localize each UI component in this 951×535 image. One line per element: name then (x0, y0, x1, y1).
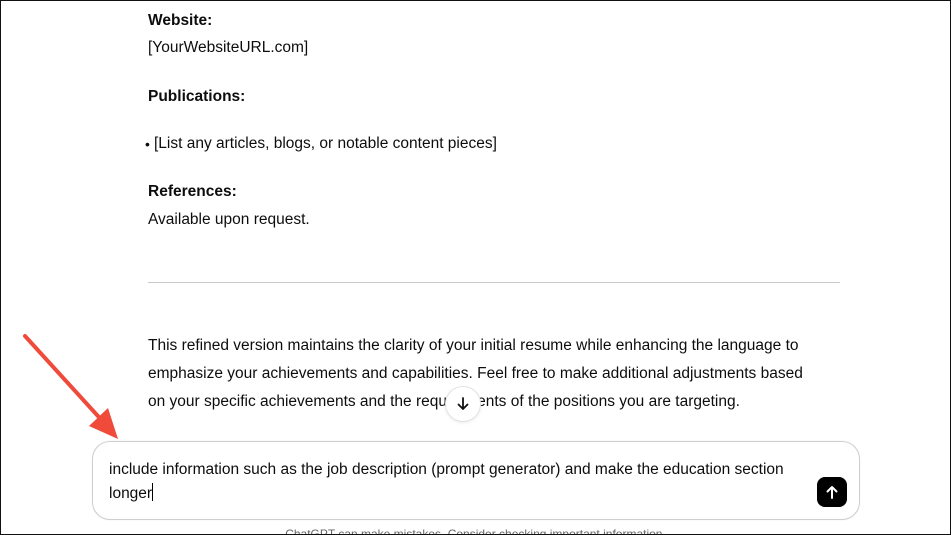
chat-window: Website: [YourWebsiteURL.com] Publicatio… (0, 0, 951, 535)
annotation-arrow-icon (23, 334, 118, 439)
